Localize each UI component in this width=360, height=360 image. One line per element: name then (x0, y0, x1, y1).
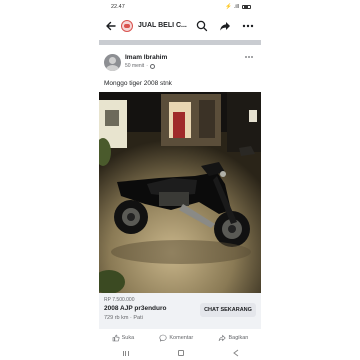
thumbs-up-icon (112, 334, 120, 342)
comment-button[interactable]: Komentar (159, 334, 193, 342)
status-bar: 22.47 ⚡ .ill (99, 0, 261, 14)
author-name[interactable]: Imam Ibrahim (125, 54, 167, 61)
signal-indicator: ⚡ .ill (225, 4, 239, 10)
group-icon[interactable] (121, 20, 133, 32)
marketplace-listing[interactable]: RP 7.500.000 2008 AJP pr3enduro 729 rb k… (99, 293, 261, 329)
section-separator (99, 40, 261, 45)
search-icon[interactable] (195, 19, 209, 33)
avatar[interactable] (104, 54, 121, 71)
post-actions: Suka Komentar Bagikan (99, 331, 261, 345)
status-indicators: ⚡ .ill (225, 4, 251, 10)
battery-icon (242, 5, 251, 9)
chat-now-button[interactable]: CHAT SEKARANG (200, 303, 256, 317)
home-icon[interactable] (177, 350, 184, 356)
post-meta: 50 menit · (125, 63, 155, 69)
nav-back-icon[interactable] (232, 349, 238, 357)
app-bar: JUAL BELI C... (99, 14, 261, 38)
comment-icon (159, 334, 167, 342)
system-nav-bar (99, 346, 261, 360)
recents-icon[interactable] (123, 350, 130, 356)
post-text: Monggo tiger 2008 stnk (104, 80, 172, 87)
listing-price: RP 7.500.000 (104, 297, 135, 303)
listing-details: 729 rb km · Pati (104, 315, 143, 321)
post-options-icon[interactable] (244, 54, 254, 60)
phone-screen: 22.47 ⚡ .ill JUAL BELI C... Imam Ibrahim (99, 0, 261, 360)
like-label: Suka (121, 335, 135, 341)
share-icon[interactable] (218, 19, 232, 33)
group-title[interactable]: JUAL BELI C... (138, 22, 187, 29)
comment-label: Komentar (169, 335, 194, 341)
globe-icon (149, 63, 155, 69)
motorcycle-photo[interactable] (99, 92, 261, 293)
status-time: 22.47 (111, 4, 125, 10)
share-label: Bagikan (228, 335, 249, 341)
post-time: 50 menit (125, 63, 145, 69)
back-arrow-icon[interactable] (104, 19, 118, 33)
like-button[interactable]: Suka (112, 334, 135, 342)
share-button[interactable]: Bagikan (218, 334, 248, 342)
post-header: Imam Ibrahim 50 menit · (104, 52, 256, 76)
share-arrow-icon (219, 334, 227, 342)
listing-title: 2008 AJP pr3enduro (104, 305, 167, 312)
more-icon[interactable] (241, 19, 255, 33)
